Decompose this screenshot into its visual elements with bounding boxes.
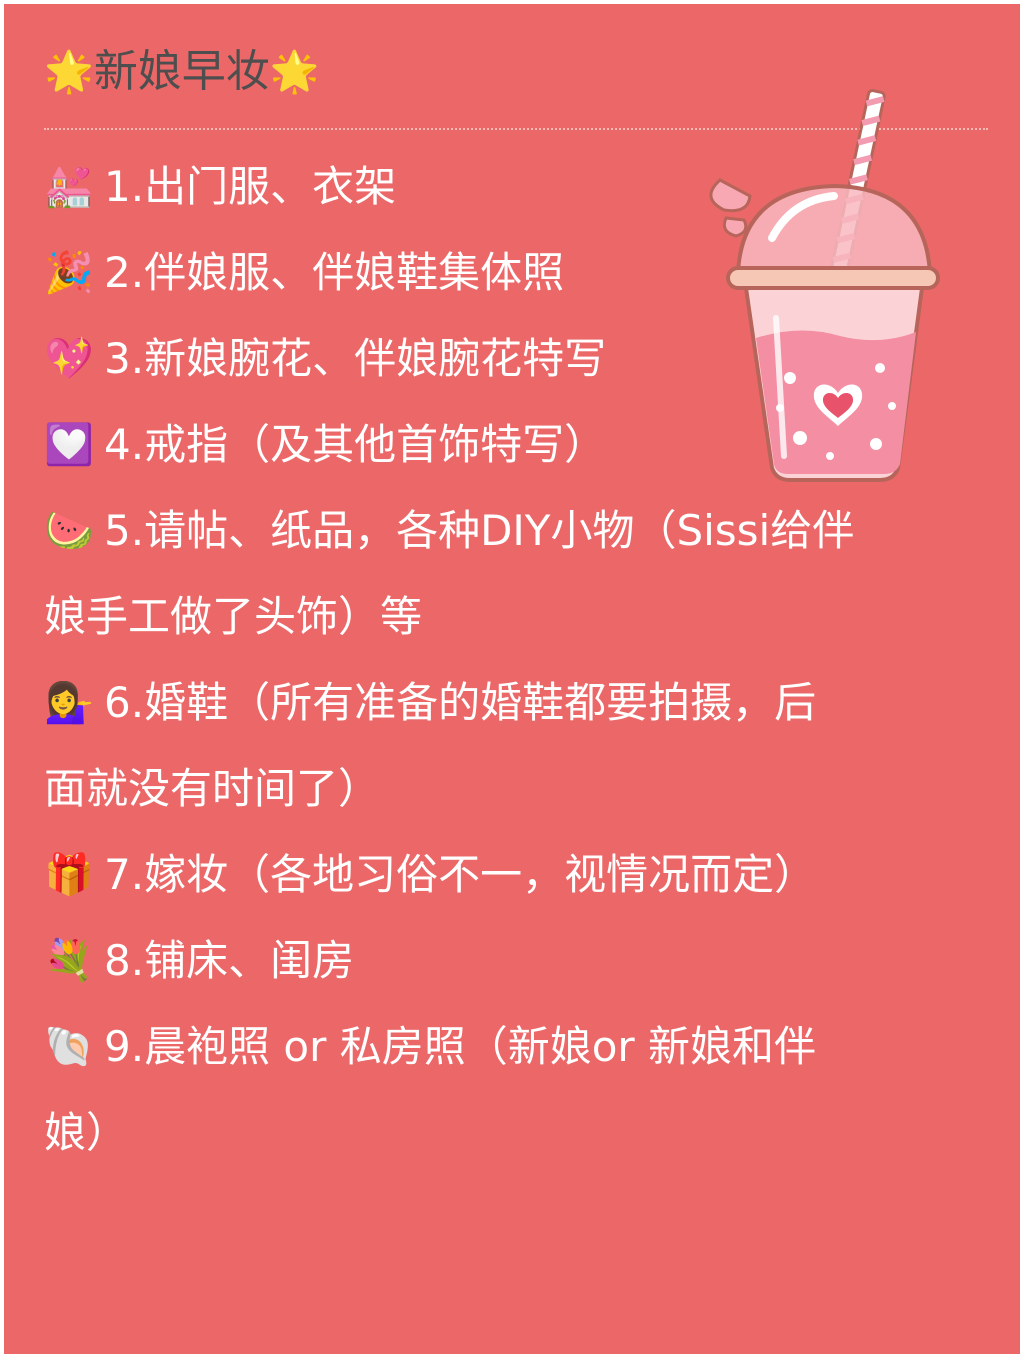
star-icon: 🌟 <box>269 49 320 95</box>
list-item: 💟 4.戒指（及其他首饰特写） <box>44 402 994 488</box>
gift-icon: 🎁 <box>44 852 94 898</box>
item-text: 5.请帖、纸品，各种DIY小物（Sissi给伴 <box>104 506 855 555</box>
wedding-chapel-icon: 💒 <box>44 164 94 210</box>
item-text: 9.晨袍照 or 私房照（新娘or 新娘和伴 <box>104 1022 817 1071</box>
woman-tipping-hand-icon: 💁‍♀️ <box>44 680 94 726</box>
list-item: 💖 3.新娘腕花、伴娘腕花特写 <box>44 316 994 402</box>
list-item: 💒 1.出门服、衣架 <box>44 144 994 230</box>
list-item: 💁‍♀️ 6.婚鞋（所有准备的婚鞋都要拍摄，后 面就没有时间了） <box>44 660 994 832</box>
item-text: 2.伴娘服、伴娘鞋集体照 <box>104 248 565 297</box>
item-text: 1.出门服、衣架 <box>104 162 397 211</box>
white-heart-icon: 💟 <box>44 422 94 468</box>
item-text-continued: 娘） <box>44 1108 129 1157</box>
watermelon-icon: 🍉 <box>44 508 94 554</box>
item-text: 3.新娘腕花、伴娘腕花特写 <box>104 334 607 383</box>
bouquet-icon: 💐 <box>44 938 94 984</box>
list-item: 💐 8.铺床、闺房 <box>44 918 994 1004</box>
spiral-shell-icon: 🐚 <box>44 1024 94 1070</box>
page-title: 🌟 新娘早妆 🌟 <box>44 40 320 104</box>
item-text: 8.铺床、闺房 <box>104 936 355 985</box>
sparkling-heart-icon: 💖 <box>44 336 94 382</box>
list-item: 🎁 7.嫁妆（各地习俗不一，视情况而定） <box>44 832 994 918</box>
party-popper-icon: 🎉 <box>44 250 94 296</box>
star-icon: 🌟 <box>44 49 94 95</box>
item-text-continued: 面就没有时间了） <box>44 764 381 813</box>
content-card: 🌟 新娘早妆 🌟 💒 1.出门服、衣架 🎉 2.伴娘服、伴娘鞋集体照 💖 3.新… <box>4 4 1020 1354</box>
list-item: 🎉 2.伴娘服、伴娘鞋集体照 <box>44 230 994 316</box>
item-text: 6.婚鞋（所有准备的婚鞋都要拍摄，后 <box>104 678 817 727</box>
checklist: 💒 1.出门服、衣架 🎉 2.伴娘服、伴娘鞋集体照 💖 3.新娘腕花、伴娘腕花特写 💟… <box>44 144 994 1176</box>
item-text: 7.嫁妆（各地习俗不一，视情况而定） <box>104 850 817 899</box>
item-text: 4.戒指（及其他首饰特写） <box>104 420 607 469</box>
list-item: 🍉 5.请帖、纸品，各种DIY小物（Sissi给伴 娘手工做了头饰）等 <box>44 488 994 660</box>
title-text: 新娘早妆 <box>93 46 270 97</box>
item-text-continued: 娘手工做了头饰）等 <box>44 592 423 641</box>
list-item: 🐚 9.晨袍照 or 私房照（新娘or 新娘和伴 娘） <box>44 1004 994 1176</box>
